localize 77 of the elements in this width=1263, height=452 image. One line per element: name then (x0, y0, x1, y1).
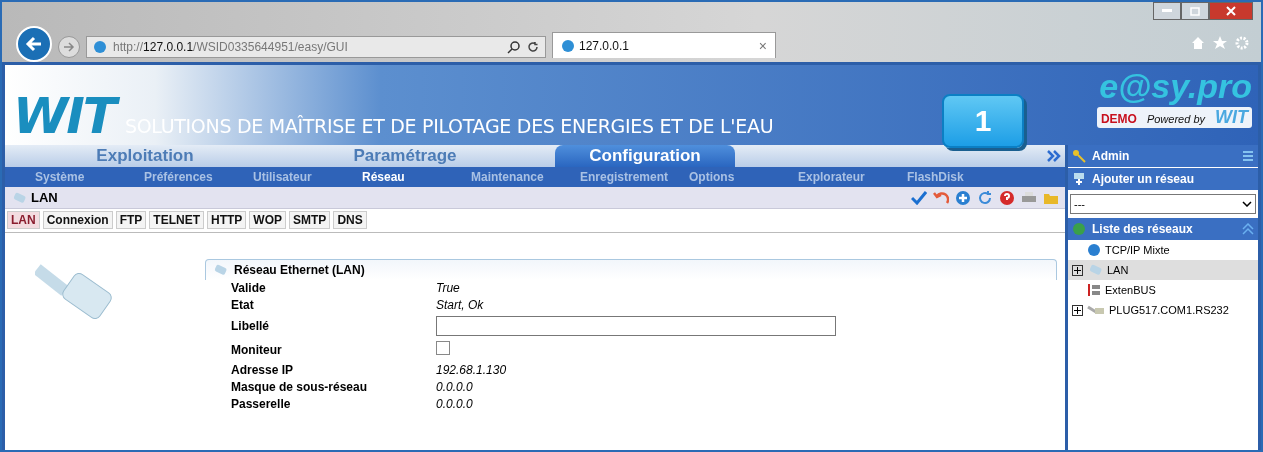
maximize-icon (1190, 6, 1200, 16)
chevron-down-icon (1242, 201, 1252, 207)
right-arrow-icon (63, 41, 75, 53)
field-label: Moniteur (231, 342, 283, 359)
address-bar[interactable]: http://127.0.0.1/WSID0335644951/easy/GUI (86, 36, 546, 58)
field-value: 192.68.1.130 (436, 362, 508, 379)
tree-item[interactable]: ExtenBUS (1068, 280, 1258, 300)
back-button[interactable] (16, 26, 52, 62)
left-arrow-icon (25, 35, 43, 53)
checkbox[interactable] (436, 341, 450, 355)
page-tab[interactable]: DNS (333, 211, 367, 229)
network-select[interactable]: --- (1070, 194, 1256, 214)
callout-bubble: 1 (942, 94, 1024, 148)
collapse-icon[interactable] (1242, 223, 1254, 235)
bus-icon (1087, 283, 1101, 297)
page-tab[interactable]: Connexion (42, 211, 113, 229)
add-icon[interactable] (955, 189, 971, 206)
url-text: http://127.0.0.1/WSID0335644951/easy/GUI (113, 40, 349, 54)
network-list-title: Liste des réseaux (1092, 222, 1194, 236)
browser-tab[interactable]: 127.0.0.1 × (552, 32, 776, 58)
cable-icon (1087, 264, 1103, 276)
demo-label: DEMO (1100, 112, 1137, 126)
list-icon[interactable] (1242, 150, 1254, 162)
help-icon[interactable] (999, 189, 1015, 206)
page-tab[interactable]: LAN (7, 211, 40, 229)
field-label: Valide (231, 280, 267, 297)
page-tab[interactable]: TELNET (149, 211, 204, 229)
expand-icon[interactable] (1072, 264, 1083, 276)
tree-item[interactable]: TCP/IP Mixte (1068, 240, 1258, 260)
minimize-button[interactable] (1153, 2, 1181, 20)
tree-item-label: PLUG517.COM1.RS232 (1109, 304, 1229, 316)
powered-by-text: Powered by (1146, 113, 1205, 125)
tree-item[interactable]: LAN (1068, 260, 1258, 280)
undo-icon[interactable] (933, 190, 949, 205)
minimize-icon (1162, 9, 1172, 13)
refresh-icon[interactable] (527, 41, 539, 53)
close-icon (1226, 6, 1236, 16)
field-value: 0.0.0.0 (436, 396, 474, 413)
sub-tab[interactable]: Réseau (362, 170, 471, 184)
cable-icon (212, 264, 228, 276)
tree-item[interactable]: PLUG517.COM1.RS232 (1068, 300, 1258, 320)
input-field[interactable] (436, 316, 836, 336)
field-value: True (436, 280, 461, 297)
network-add-icon (1072, 172, 1086, 186)
tree-item-label: ExtenBUS (1105, 284, 1156, 296)
plug-icon (1087, 304, 1105, 316)
tree-item-label: LAN (1107, 264, 1129, 276)
field-value: 0.0.0.0 (436, 379, 474, 396)
forward-button[interactable] (58, 36, 80, 58)
field-label: Masque de sous-réseau (231, 379, 369, 396)
tab-title: 127.0.0.1 (579, 38, 631, 53)
maximize-button[interactable] (1181, 2, 1209, 20)
tree-item-label: TCP/IP Mixte (1105, 244, 1170, 256)
page-tab[interactable]: HTTP (207, 211, 247, 229)
page-tab[interactable]: SMTP (289, 211, 331, 229)
close-button[interactable] (1209, 2, 1253, 20)
field-label: Libellé (231, 318, 270, 335)
field-label: Etat (231, 297, 255, 314)
double-chevron-icon[interactable] (1047, 150, 1061, 162)
brand-logo: WIT (1215, 107, 1248, 128)
page-tab[interactable]: WOP (249, 211, 287, 229)
search-icon[interactable] (507, 40, 521, 54)
product-logo: e@sy.pro (1099, 69, 1252, 103)
page-tab[interactable]: FTP (115, 211, 147, 229)
star-icon[interactable] (1213, 36, 1227, 50)
main-tab[interactable]: Configuration (555, 145, 735, 167)
checkmark-icon[interactable] (911, 190, 927, 205)
expand-icon[interactable] (1072, 304, 1083, 316)
page-title: LAN (31, 190, 58, 205)
section-title: Réseau Ethernet (LAN) (234, 263, 365, 277)
field-value: Start, Ok (436, 297, 485, 314)
field-label: Adresse IP (231, 362, 295, 379)
user-name: Admin (1092, 149, 1131, 163)
add-network-button[interactable]: Ajouter un réseau (1068, 168, 1258, 190)
field-label: Passerelle (231, 396, 292, 413)
key-icon (1072, 149, 1086, 163)
tab-close-button[interactable]: × (758, 37, 767, 54)
